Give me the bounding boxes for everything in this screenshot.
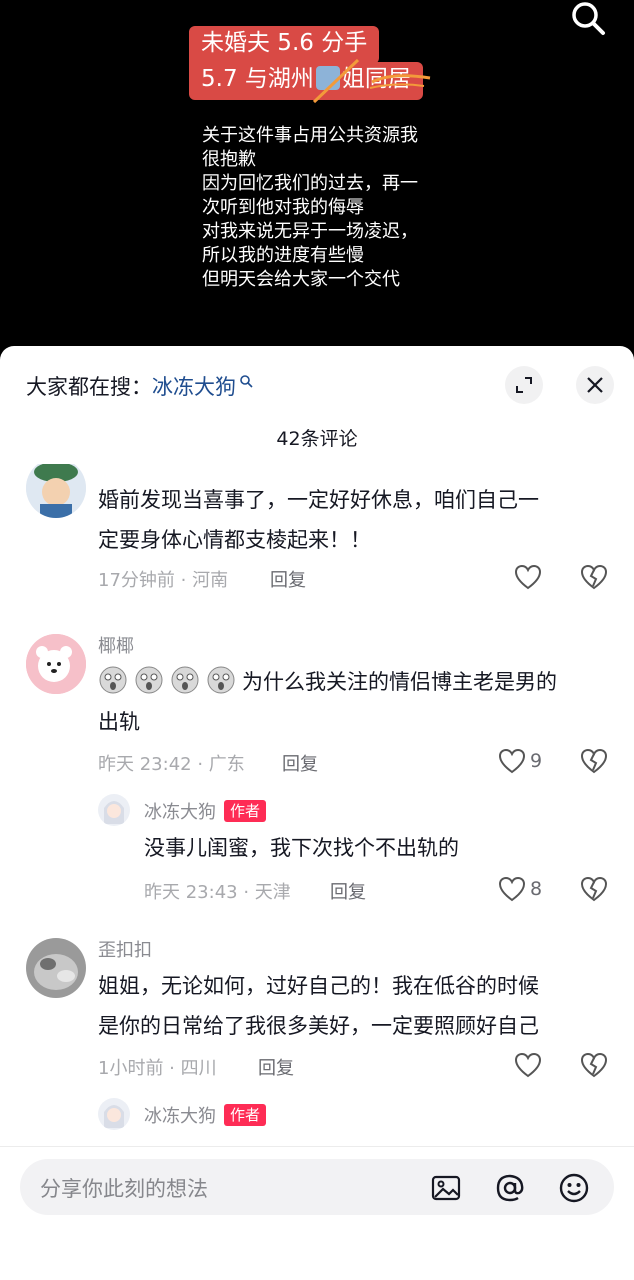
- comment-input-bar: 分享你此刻的想法: [0, 1146, 634, 1280]
- broken-heart-icon[interactable]: [580, 564, 608, 590]
- comment-text-line: 姐姐，无论如何，过好自己的！我在低谷的时候: [98, 974, 539, 998]
- avatar-image: [26, 634, 86, 694]
- comment-username[interactable]: 冰冻大狗: [144, 802, 216, 823]
- comment-username[interactable]: 椰椰: [98, 632, 134, 658]
- close-button[interactable]: [576, 366, 614, 404]
- reply-button[interactable]: 回复: [258, 1054, 294, 1080]
- comment-username[interactable]: 歪扣扣: [98, 936, 152, 962]
- like-button[interactable]: 9: [498, 748, 542, 774]
- avatar[interactable]: [26, 464, 86, 518]
- author-badge: 作者: [224, 1104, 267, 1126]
- caption-line: 很抱歉: [202, 149, 256, 170]
- like-button[interactable]: 8: [498, 876, 542, 902]
- avatar[interactable]: [98, 794, 130, 826]
- comment-username-row: 冰冻大狗 作者: [144, 1102, 267, 1128]
- comment-meta: 1小时前 · 四川: [98, 1058, 217, 1079]
- heart-icon: [498, 876, 526, 902]
- caption-line: 关于这件事占用公共资源我: [202, 125, 418, 146]
- scribble-mark: [312, 58, 431, 104]
- avatar[interactable]: [98, 1098, 130, 1130]
- expand-button[interactable]: [505, 366, 543, 404]
- avatar-image: [26, 938, 86, 998]
- heart-icon: [514, 1052, 542, 1078]
- shocked-face-icon: [99, 666, 127, 694]
- video-title-text-1: 未婚夫 5.6 分手: [201, 30, 368, 56]
- avatar-image: [26, 464, 86, 518]
- comment-text-span: 为什么我关注的情侣博主老是男的: [242, 670, 557, 694]
- comment-input[interactable]: 分享你此刻的想法: [20, 1159, 614, 1215]
- shocked-face-icon: [171, 666, 199, 694]
- heart-icon: [514, 564, 542, 590]
- comment-text: 为什么我关注的情侣博主老是男的 出轨: [98, 662, 618, 742]
- comment-meta: 17分钟前 · 河南: [98, 570, 229, 591]
- comment-list[interactable]: 婚前发现当喜事了，一定好好休息，咱们自己一 定要身体心情都支棱起来！！ 17分钟…: [0, 464, 634, 1146]
- avatar-image: [98, 1098, 130, 1130]
- comment-text-line: 婚前发现当喜事了，一定好好休息，咱们自己一: [98, 488, 539, 512]
- avatar[interactable]: [26, 938, 86, 998]
- broken-heart-icon[interactable]: [580, 1052, 608, 1078]
- search-icon: [240, 375, 253, 388]
- comment-username[interactable]: 冰冻大狗: [144, 1106, 216, 1127]
- avatar-image: [98, 794, 130, 826]
- comment-text: 没事儿闺蜜，我下次找个不出轨的: [144, 836, 459, 860]
- avatar[interactable]: [26, 634, 86, 694]
- reply-button[interactable]: 回复: [282, 750, 318, 776]
- comment-input-placeholder: 分享你此刻的想法: [40, 1177, 208, 1201]
- broken-heart-icon[interactable]: [580, 748, 608, 774]
- comment-text: 姐姐，无论如何，过好自己的！我在低谷的时候 是你的日常给了我很多美好，一定要照顾…: [98, 966, 618, 1046]
- reply-button[interactable]: 回复: [330, 878, 366, 904]
- caption-line: 因为回忆我们的过去，再一: [202, 173, 418, 194]
- comment-username-row: 冰冻大狗 作者: [144, 798, 267, 824]
- video-title-text-2a: 5.7 与湖州: [201, 66, 314, 92]
- comment-meta: 昨天 23:43 · 天津: [144, 882, 291, 903]
- trending-search-label: 大家都在搜：: [26, 375, 152, 399]
- shocked-face-icon: [207, 666, 235, 694]
- trending-search-term[interactable]: 冰冻大狗: [152, 371, 236, 401]
- caption-line: 所以我的进度有些慢: [202, 245, 364, 266]
- like-button[interactable]: [514, 564, 542, 590]
- search-icon: [572, 2, 605, 35]
- comment-sheet: 大家都在搜： 冰冻大狗 42条评论 婚前发现当喜事了，一定好好休息，咱们自己一 …: [0, 346, 634, 1280]
- caption-line: 对我来说无异于一场凌迟，: [202, 221, 418, 242]
- emoji-icon[interactable]: [558, 1172, 590, 1204]
- like-count: 8: [530, 878, 543, 900]
- video-caption-text: 关于这件事占用公共资源我 很抱歉 因为回忆我们的过去，再一 次听到他对我的侮辱 …: [202, 124, 442, 292]
- caption-line: 但明天会给大家一个交代: [202, 269, 400, 290]
- like-button[interactable]: [514, 1052, 542, 1078]
- caption-line: 次听到他对我的侮辱: [202, 197, 364, 218]
- close-icon: [587, 377, 603, 393]
- expand-icon: [516, 377, 532, 393]
- broken-heart-icon[interactable]: [580, 876, 608, 902]
- heart-icon: [498, 748, 526, 774]
- comment-text: 婚前发现当喜事了，一定好好休息，咱们自己一 定要身体心情都支棱起来！！: [98, 480, 618, 560]
- trending-search-bar[interactable]: 大家都在搜： 冰冻大狗: [26, 368, 253, 404]
- image-icon[interactable]: [430, 1172, 462, 1204]
- shocked-face-icon: [135, 666, 163, 694]
- comment-text-line: 定要身体心情都支棱起来！！: [98, 528, 371, 552]
- author-badge: 作者: [224, 800, 267, 822]
- reply-button[interactable]: 回复: [270, 566, 306, 592]
- comment-text-line: 出轨: [98, 710, 140, 734]
- comment-text-line: 为什么我关注的情侣博主老是男的: [98, 662, 618, 702]
- comment-count-title: 42条评论: [276, 428, 358, 450]
- at-icon[interactable]: [494, 1172, 526, 1204]
- comment-meta: 昨天 23:42 · 广东: [98, 754, 245, 775]
- like-count: 9: [530, 750, 543, 772]
- search-button[interactable]: [566, 0, 610, 38]
- video-area[interactable]: 未婚夫 5.6 分手 5.7 与湖州 姐同居 关于这件事占用公共资源我 很抱歉 因…: [0, 0, 634, 360]
- comment-text-line: 是你的日常给了我很多美好，一定要照顾好自己: [98, 1014, 539, 1038]
